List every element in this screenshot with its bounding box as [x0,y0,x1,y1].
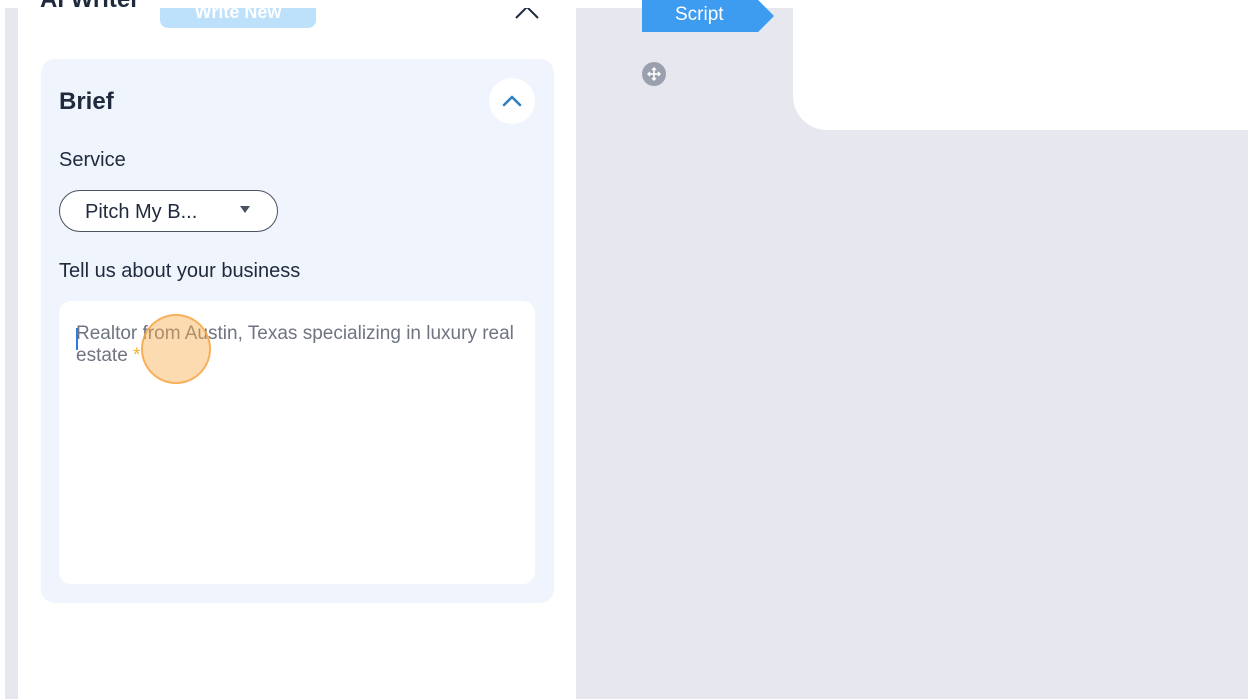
close-icon [515,8,539,19]
script-tag[interactable]: Script [642,0,774,32]
business-label: Tell us about your business [59,260,301,282]
caret-down-icon [240,206,250,213]
chevron-up-icon [502,95,522,107]
move-handle[interactable] [642,62,666,86]
left-edge [0,8,5,699]
panel-title: AI Writer [40,0,140,12]
canvas-card [793,8,1248,130]
brief-section: Brief Service Pitch My B... Tell us abou… [41,59,554,603]
service-select[interactable]: Pitch My B... [59,190,278,232]
write-new-button[interactable]: Write New [160,8,316,28]
top-strip [0,0,1248,8]
collapse-brief-button[interactable] [489,78,535,124]
business-textarea[interactable]: Realtor from Austin, Texas specializing … [59,301,535,584]
service-label: Service [59,149,126,171]
move-icon [647,67,661,81]
click-indicator [141,314,211,384]
service-select-value: Pitch My B... [85,201,198,223]
close-button[interactable] [512,8,542,22]
ai-writer-panel: AI Writer Write New Brief Service Pitch … [18,0,576,699]
required-marker: * [133,345,141,366]
brief-title: Brief [59,88,114,115]
